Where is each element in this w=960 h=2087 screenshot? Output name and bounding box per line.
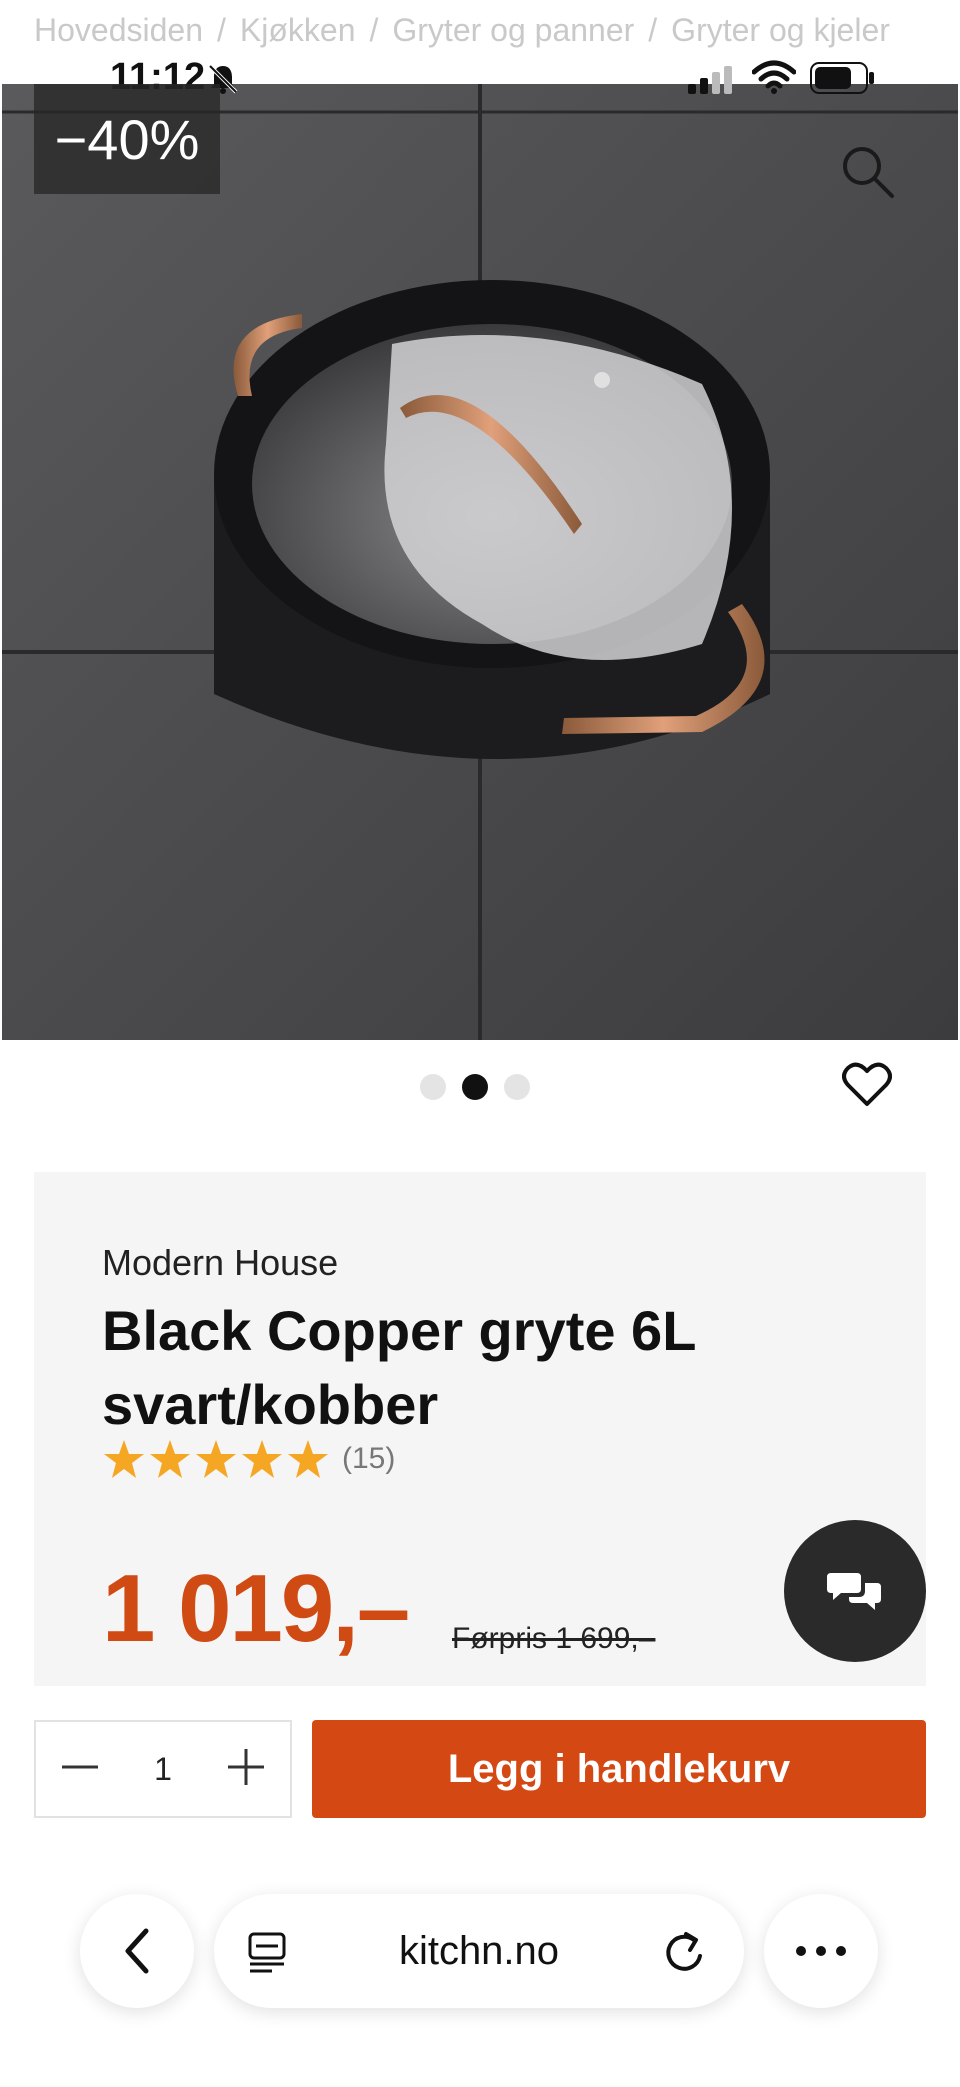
breadcrumb-pots-pans[interactable]: Gryter og panner: [392, 12, 634, 48]
discount-badge: −40%: [34, 84, 220, 194]
star-icon: [196, 1440, 236, 1478]
previous-price: Førpris 1 699,–: [452, 1622, 656, 1655]
star-icon: [104, 1440, 144, 1478]
star-icon: [242, 1440, 282, 1478]
image-carousel-indicator: [420, 1074, 530, 1100]
more-button[interactable]: [764, 1894, 878, 2008]
battery-icon: [810, 62, 876, 99]
ellipsis-icon: [796, 1946, 846, 1956]
wifi-icon: [751, 60, 797, 99]
back-button[interactable]: [80, 1894, 194, 2008]
breadcrumb-separator: /: [648, 12, 658, 48]
breadcrumb: Hovedsiden / Kjøkken / Gryter og panner / Gryt…: [0, 0, 960, 60]
cellular-signal-icon: [688, 64, 736, 99]
carousel-dot-active[interactable]: [462, 1074, 488, 1100]
star-icon: [288, 1440, 328, 1478]
star-icon: [150, 1440, 190, 1478]
breadcrumb-separator: /: [369, 12, 379, 48]
product-title: Black Copper gryte 6L svart/kobber: [102, 1299, 696, 1436]
search-icon[interactable]: [840, 144, 896, 205]
product-price: 1 019,–: [102, 1555, 410, 1662]
breadcrumb-kitchen[interactable]: Kjøkken: [240, 12, 356, 48]
product-photo: [2, 84, 958, 1040]
breadcrumb-pots-kettles[interactable]: Gryter og kjeler: [671, 12, 890, 48]
breadcrumb-home[interactable]: Hovedsiden: [34, 12, 203, 48]
quantity-value[interactable]: 1: [154, 1751, 172, 1788]
chat-bubbles-icon: [827, 1573, 881, 1610]
browser-bottom-bar: kitchn.no: [0, 1860, 960, 2087]
quantity-stepper: 1: [34, 1720, 292, 1818]
minus-icon[interactable]: [60, 1747, 100, 1792]
product-rating[interactable]: (15): [102, 1438, 395, 1480]
chat-button[interactable]: [784, 1520, 926, 1662]
carousel-dot[interactable]: [504, 1074, 530, 1100]
address-bar[interactable]: kitchn.no: [214, 1894, 744, 2008]
breadcrumb-separator: /: [217, 12, 226, 48]
carousel-dot[interactable]: [420, 1074, 446, 1100]
plus-icon[interactable]: [226, 1747, 266, 1792]
chevron-left-icon: [125, 1928, 149, 1974]
add-to-cart-button[interactable]: Legg i handlekurv: [312, 1720, 926, 1818]
reload-icon[interactable]: [664, 1930, 706, 1979]
heart-icon[interactable]: [842, 1062, 892, 1113]
review-count: (15): [342, 1442, 396, 1475]
product-brand[interactable]: Modern House: [102, 1242, 338, 1284]
product-image[interactable]: [2, 84, 958, 1040]
